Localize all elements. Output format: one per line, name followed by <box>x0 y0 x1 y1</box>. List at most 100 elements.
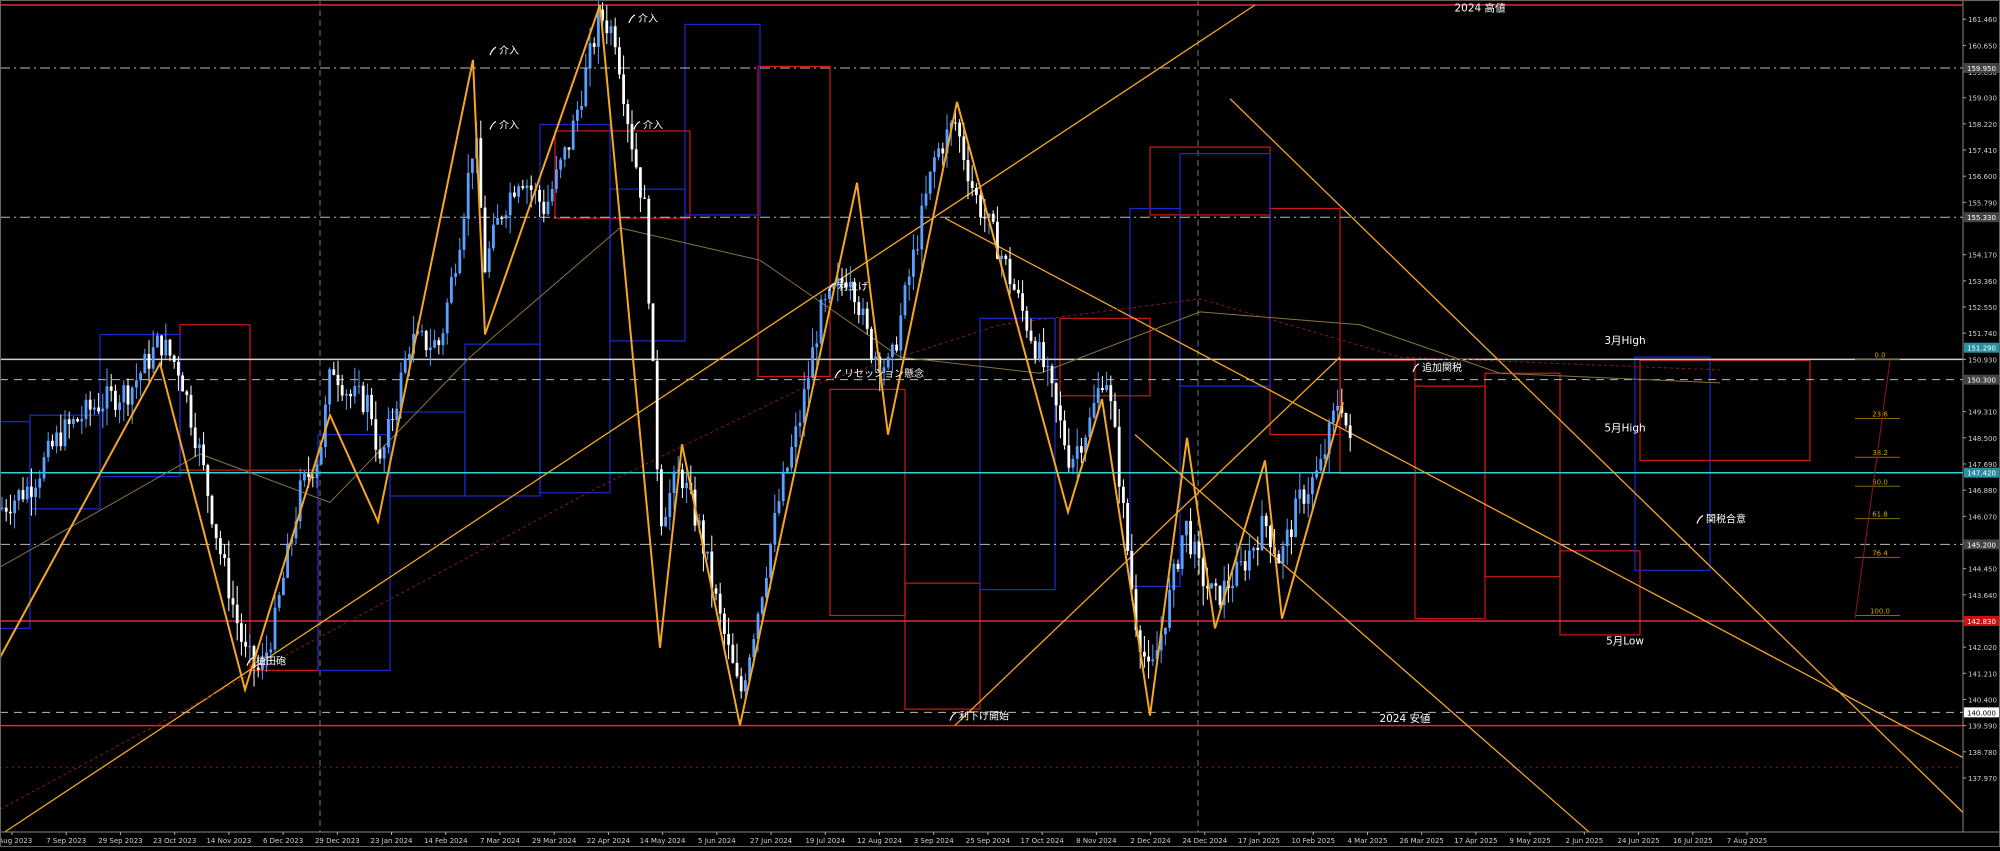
candle-body <box>105 386 109 409</box>
price-highlight-label: 155.330 <box>1967 214 1996 222</box>
time-tick-label: 7 Mar 2024 <box>480 837 520 845</box>
candle-body <box>681 469 684 489</box>
candle-body <box>130 387 134 405</box>
candle-body <box>979 195 982 218</box>
time-tick-label: 17 Oct 2024 <box>1021 837 1065 845</box>
price-tick-label: 150.930 <box>1968 356 1997 364</box>
candle-body <box>970 181 974 188</box>
candle-body <box>622 74 625 105</box>
candle-body <box>1008 258 1012 285</box>
candle-body <box>471 158 474 173</box>
candle-body <box>786 467 789 472</box>
candle-body <box>1096 387 1100 403</box>
candle-body <box>639 167 642 198</box>
candle-body <box>206 465 210 496</box>
candle-body <box>613 26 617 48</box>
candle-body <box>664 516 667 527</box>
candle-body <box>1256 547 1260 550</box>
candle-body <box>198 444 201 449</box>
time-tick-label: 27 Jun 2024 <box>750 837 793 845</box>
time-tick-label: 14 Feb 2024 <box>424 837 468 845</box>
candle-body <box>223 554 226 559</box>
candle-body <box>592 43 596 47</box>
price-tick-label: 138.780 <box>1968 749 1997 757</box>
candle-body <box>1235 561 1239 586</box>
candle-body <box>126 385 130 405</box>
candle-body <box>744 680 747 692</box>
candle-body <box>916 249 919 251</box>
candle-body <box>546 201 550 214</box>
candle-body <box>815 343 819 348</box>
chart-canvas[interactable]: 0.023.638.250.061.876.4100.0介入介入介入 介入利上げリ… <box>0 0 2000 847</box>
candle-body <box>760 597 764 614</box>
candle-body <box>30 486 33 497</box>
candle-body <box>101 408 105 412</box>
candle-body <box>227 558 231 599</box>
candle-body <box>466 172 470 219</box>
candle-body <box>1071 458 1075 468</box>
candle-body <box>25 486 29 500</box>
candle-body <box>567 147 571 150</box>
candle-body <box>886 357 890 368</box>
candle-body <box>1201 558 1205 587</box>
candle-body <box>1017 289 1020 294</box>
time-tick-label: 24 Dec 2024 <box>1182 837 1227 845</box>
candle-body <box>1185 520 1188 536</box>
candle-body <box>189 394 193 428</box>
candle-body <box>454 273 457 277</box>
candle-body <box>59 432 63 447</box>
fib-level-label: 76.4 <box>1872 549 1888 557</box>
price-tick-label: 141.210 <box>1968 670 1997 678</box>
candle-body <box>17 490 21 501</box>
candle-body <box>777 501 781 513</box>
candle-body <box>1298 489 1302 499</box>
time-tick-label: 24 Jun 2025 <box>1618 837 1660 845</box>
candle-body <box>487 248 491 273</box>
candle-body <box>38 478 42 488</box>
candle-body <box>975 187 978 196</box>
price-tick-label: 137.970 <box>1968 775 1997 783</box>
candle-body <box>1050 365 1054 384</box>
candle-body <box>823 298 827 300</box>
candle-body <box>1126 503 1129 551</box>
candle-body <box>1348 425 1352 438</box>
time-tick-label: 25 Sep 2024 <box>966 837 1011 845</box>
candle-body <box>559 159 562 170</box>
candle-body <box>1218 585 1222 606</box>
candle-body <box>492 224 495 249</box>
candle-body <box>802 389 806 423</box>
candle-body <box>408 353 411 359</box>
candle-body <box>156 335 159 348</box>
event-annotation: 介入 <box>499 120 519 132</box>
candle-body <box>584 68 588 107</box>
candle-body <box>256 667 260 670</box>
candle-body <box>609 26 613 34</box>
time-tick-label: 14 May 2024 <box>640 837 686 845</box>
level-label: 2024 高値 <box>1454 1 1506 14</box>
candle-body <box>437 340 441 346</box>
candle-body <box>202 444 205 466</box>
time-tick-label: 19 Jul 2024 <box>805 837 845 845</box>
candle-body <box>769 544 772 579</box>
fib-level-label: 61.8 <box>1872 511 1888 519</box>
candle-body <box>34 487 37 497</box>
event-annotation: 植田砲 <box>256 655 286 668</box>
candle-body <box>340 385 344 396</box>
candle-body <box>433 340 436 348</box>
candle-body <box>1277 554 1281 564</box>
price-tick-label: 157.410 <box>1968 147 1997 155</box>
candle-body <box>508 192 512 216</box>
time-tick-label: 10 Feb 2025 <box>1291 837 1335 845</box>
candle-body <box>672 471 676 493</box>
candle-body <box>441 333 445 346</box>
time-tick-label: 16 Jul 2025 <box>1673 837 1713 845</box>
candle-body <box>1117 426 1121 487</box>
candle-body <box>93 407 96 410</box>
candle-body <box>382 447 386 459</box>
candle-body <box>181 375 184 392</box>
price-tick-label: 148.500 <box>1968 435 1997 443</box>
candle-body <box>160 335 163 356</box>
price-chart[interactable]: 0.0 23.6 38.2 50.0 61.8 76.4 100.0 介入 介入 介入 介入 利上げリ… <box>0 0 2000 847</box>
time-tick-label: 4 Mar 2025 <box>1348 837 1388 845</box>
candle-body <box>1092 402 1096 418</box>
